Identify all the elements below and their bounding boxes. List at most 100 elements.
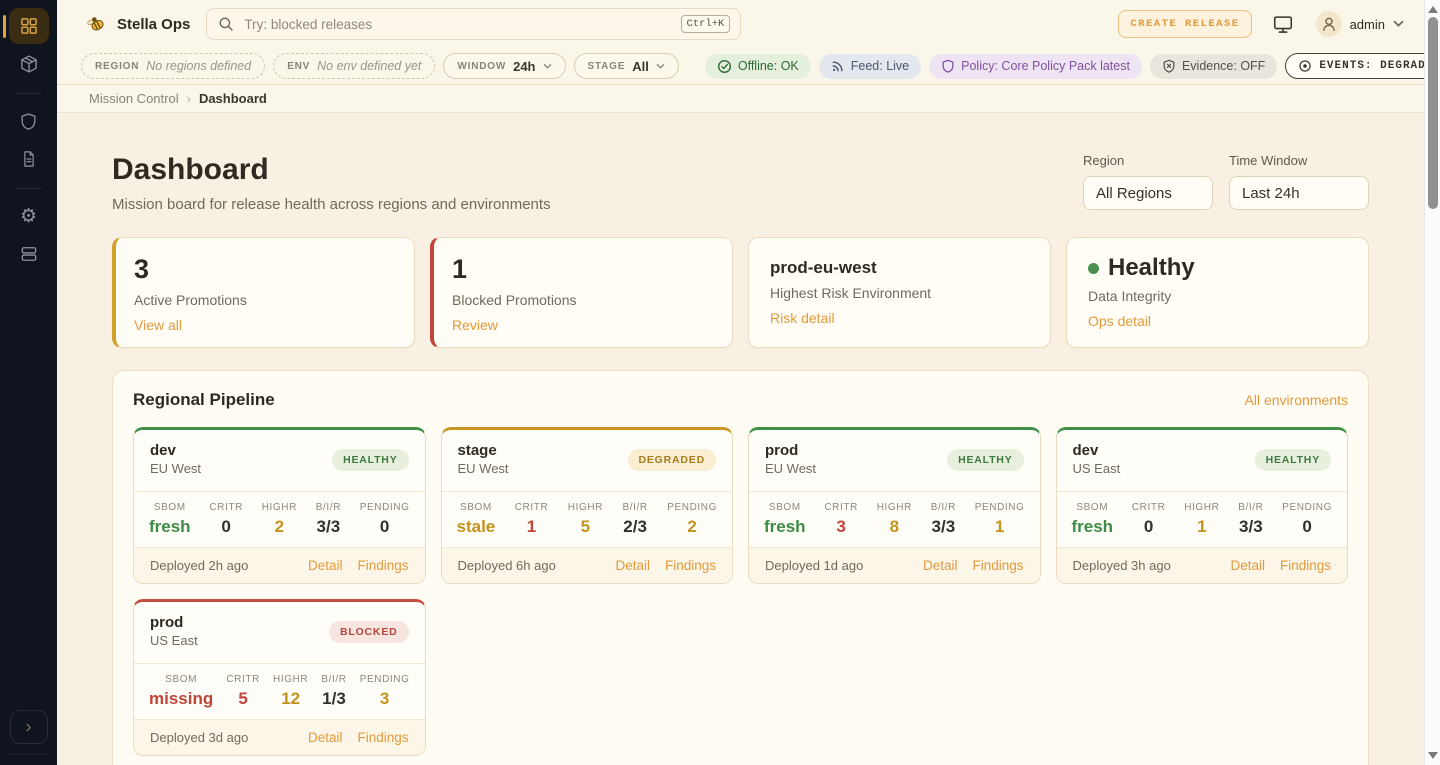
detail-link[interactable]: Detail bbox=[615, 558, 650, 573]
ops-detail-link[interactable]: Ops detail bbox=[1088, 313, 1151, 329]
sidebar-item-security[interactable] bbox=[9, 103, 49, 139]
policy-status-chip: Policy: Core Policy Pack latest bbox=[929, 54, 1142, 79]
time-window-select[interactable]: Last 24h bbox=[1229, 176, 1369, 210]
sidebar: ⚙ bbox=[0, 0, 57, 765]
stat-label: HIGHR bbox=[1184, 502, 1219, 513]
summary-cards: 3 Active Promotions View all 1 Blocked P… bbox=[112, 237, 1369, 348]
stat-value: 1 bbox=[1184, 517, 1219, 537]
review-link[interactable]: Review bbox=[452, 317, 498, 333]
create-release-button[interactable]: CREATE RELEASE bbox=[1118, 10, 1251, 38]
findings-link[interactable]: Findings bbox=[357, 558, 408, 573]
breadcrumb-parent[interactable]: Mission Control bbox=[89, 91, 179, 106]
events-status-badge[interactable]: EVENTS: DEGRADED bbox=[1285, 53, 1440, 79]
summary-label: Data Integrity bbox=[1088, 288, 1347, 304]
dashboard-grid-icon bbox=[19, 16, 39, 36]
sidebar-item-packages[interactable] bbox=[9, 46, 49, 82]
user-name: admin bbox=[1350, 17, 1385, 32]
vertical-scrollbar bbox=[1424, 0, 1440, 765]
scroll-up-arrow[interactable] bbox=[1428, 6, 1438, 13]
deployed-text: Deployed 3d ago bbox=[150, 730, 308, 745]
display-mode-button[interactable] bbox=[1272, 13, 1294, 35]
findings-link[interactable]: Findings bbox=[1280, 558, 1331, 573]
breadcrumb-current: Dashboard bbox=[199, 91, 267, 106]
search-icon bbox=[217, 15, 235, 33]
chevron-down-icon bbox=[543, 63, 552, 70]
env-region: US East bbox=[1073, 461, 1121, 476]
stat-value: 1 bbox=[975, 517, 1025, 537]
detail-link[interactable]: Detail bbox=[308, 558, 343, 573]
detail-link[interactable]: Detail bbox=[1230, 558, 1265, 573]
sidebar-item-documents[interactable] bbox=[9, 141, 49, 177]
summary-label: Highest Risk Environment bbox=[770, 285, 1029, 301]
stat-label: SBOM bbox=[149, 502, 191, 513]
shield-icon bbox=[19, 112, 38, 131]
avatar bbox=[1316, 11, 1342, 37]
main-area: Stella Ops Ctrl+K CREATE RELEASE bbox=[57, 0, 1424, 765]
view-all-link[interactable]: View all bbox=[134, 317, 182, 333]
chip-label: Policy: Core Policy Pack latest bbox=[961, 59, 1130, 73]
monitor-icon bbox=[1272, 13, 1294, 35]
findings-link[interactable]: Findings bbox=[972, 558, 1023, 573]
status-badge: HEALTHY bbox=[1255, 449, 1331, 471]
shortcut-hint: Ctrl+K bbox=[681, 15, 731, 33]
stat-label: CRITR bbox=[1132, 502, 1166, 513]
top-bar: Stella Ops Ctrl+K CREATE RELEASE bbox=[57, 0, 1424, 48]
package-icon bbox=[19, 54, 39, 74]
region-select[interactable]: All Regions bbox=[1083, 176, 1213, 210]
env-region: EU West bbox=[765, 461, 816, 476]
summary-value: Healthy bbox=[1108, 255, 1195, 281]
server-icon bbox=[19, 244, 39, 264]
findings-link[interactable]: Findings bbox=[665, 558, 716, 573]
active-promotions-card: 3 Active Promotions View all bbox=[112, 237, 415, 348]
breadcrumb-separator: › bbox=[187, 91, 191, 106]
region-filter-chip[interactable]: REGION No regions defined bbox=[81, 53, 265, 79]
env-filter-chip[interactable]: ENV No env defined yet bbox=[273, 53, 435, 79]
sidebar-item-dashboard[interactable] bbox=[9, 8, 49, 44]
stat-label: B/I/R bbox=[321, 674, 346, 685]
chip-label: EVENTS: DEGRADED bbox=[1319, 60, 1440, 72]
detail-link[interactable]: Detail bbox=[308, 730, 343, 745]
time-window-filter: Time Window Last 24h bbox=[1229, 153, 1369, 210]
feed-status-chip: Feed: Live bbox=[819, 54, 921, 79]
stat-label: SBOM bbox=[149, 674, 213, 685]
stage-filter-chip[interactable]: STAGE All bbox=[574, 53, 679, 79]
summary-label: Blocked Promotions bbox=[452, 292, 711, 308]
sidebar-divider bbox=[16, 188, 42, 189]
detail-link[interactable]: Detail bbox=[923, 558, 958, 573]
chip-value: 24h bbox=[513, 59, 535, 74]
user-menu[interactable]: admin bbox=[1316, 11, 1404, 37]
chip-label: ENV bbox=[287, 61, 310, 72]
window-filter-chip[interactable]: WINDOW 24h bbox=[443, 53, 565, 79]
stat-value: 0 bbox=[360, 517, 410, 537]
stat-value: 5 bbox=[226, 689, 260, 709]
findings-link[interactable]: Findings bbox=[357, 730, 408, 745]
page-heading-block: Dashboard Mission board for release heal… bbox=[112, 153, 551, 213]
stat-label: SBOM bbox=[457, 502, 496, 513]
stat-label: SBOM bbox=[1072, 502, 1114, 513]
sidebar-collapse-button[interactable] bbox=[10, 710, 48, 744]
stat-label: PENDING bbox=[667, 502, 717, 513]
scroll-down-arrow[interactable] bbox=[1428, 752, 1438, 759]
env-region: EU West bbox=[150, 461, 201, 476]
search-input[interactable] bbox=[244, 17, 671, 32]
all-environments-link[interactable]: All environments bbox=[1245, 392, 1349, 408]
page-content: Dashboard Mission board for release heal… bbox=[57, 113, 1424, 765]
status-badge: BLOCKED bbox=[329, 621, 409, 643]
stat-label: CRITR bbox=[226, 674, 260, 685]
env-region: EU West bbox=[458, 461, 509, 476]
rss-icon bbox=[831, 59, 845, 73]
chip-label: STAGE bbox=[588, 61, 626, 72]
sidebar-item-infrastructure[interactable] bbox=[9, 236, 49, 272]
stat-value: 3/3 bbox=[1238, 517, 1263, 537]
sidebar-item-settings[interactable]: ⚙ bbox=[9, 198, 49, 234]
risk-detail-link[interactable]: Risk detail bbox=[770, 310, 835, 326]
sidebar-divider bbox=[16, 93, 42, 94]
stat-label: CRITR bbox=[824, 502, 858, 513]
scrollbar-thumb[interactable] bbox=[1428, 17, 1438, 209]
stat-label: HIGHR bbox=[262, 502, 297, 513]
stat-label: B/I/R bbox=[316, 502, 341, 513]
env-name: prod bbox=[150, 614, 198, 631]
stat-label: CRITR bbox=[209, 502, 243, 513]
chip-label: Offline: OK bbox=[738, 59, 799, 73]
stat-label: B/I/R bbox=[623, 502, 648, 513]
